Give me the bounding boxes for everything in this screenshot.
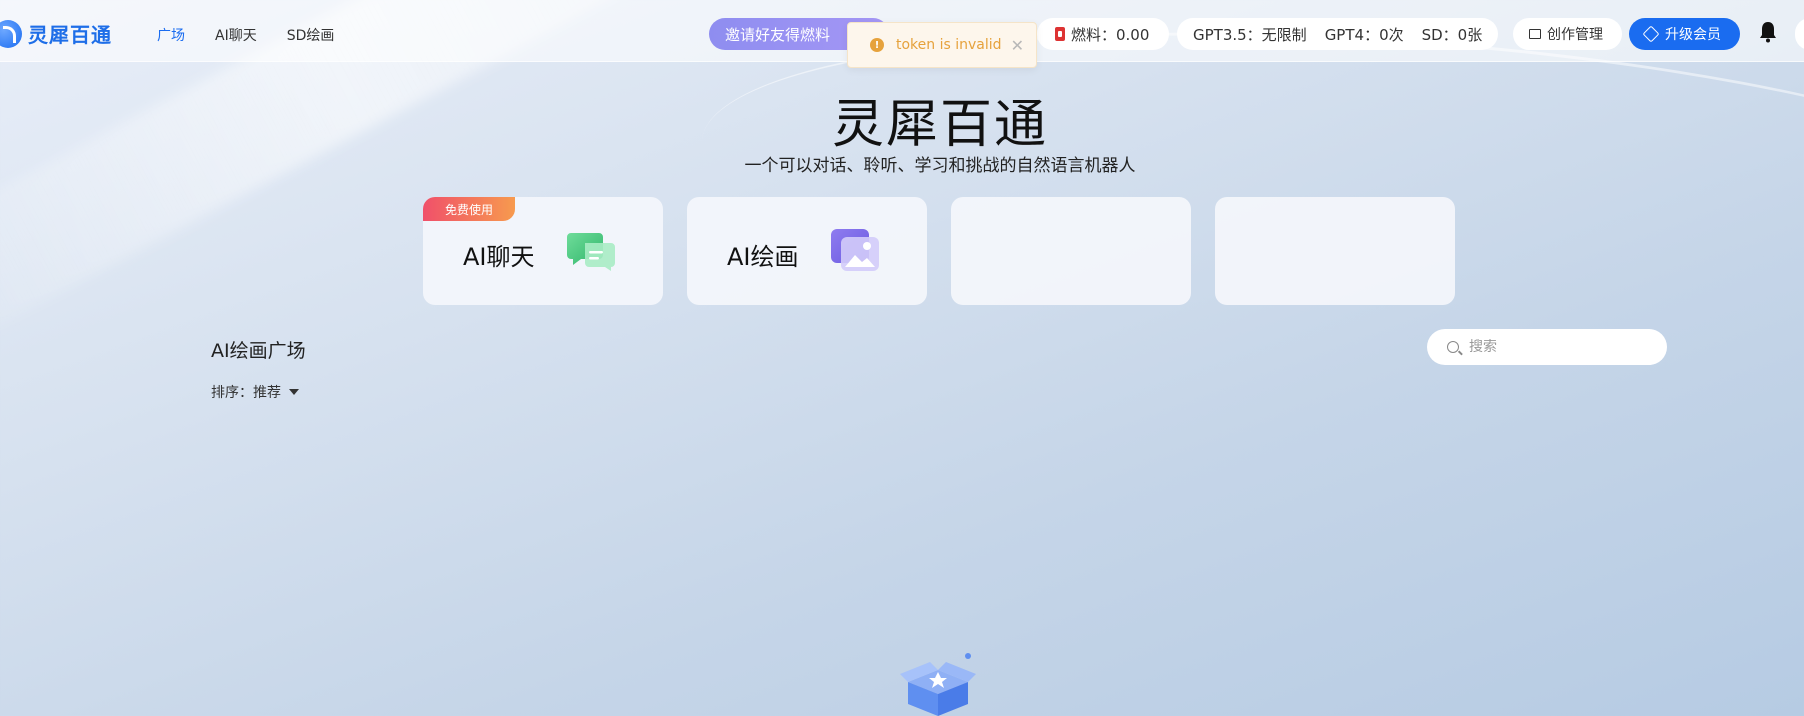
bell-icon[interactable] bbox=[1759, 21, 1777, 43]
avatar[interactable] bbox=[1795, 18, 1804, 50]
card-ai-painting[interactable]: AI绘画 bbox=[687, 197, 927, 305]
page-title: 灵犀百通 bbox=[831, 95, 1048, 155]
upgrade-member-button[interactable]: 升级会员 bbox=[1629, 18, 1740, 50]
invite-label: 邀请好友得燃料 bbox=[725, 25, 831, 44]
fuel-balance[interactable]: 燃料：0.00 bbox=[1037, 18, 1169, 50]
warning-icon: ! bbox=[870, 38, 884, 52]
search-box[interactable] bbox=[1427, 329, 1667, 365]
nav-item-sd-painting[interactable]: SD绘画 bbox=[287, 25, 335, 45]
manage-label: 创作管理 bbox=[1547, 27, 1603, 43]
free-badge: 免费使用 bbox=[423, 197, 515, 221]
folder-icon bbox=[1529, 29, 1541, 39]
creation-manage-button[interactable]: 创作管理 bbox=[1513, 18, 1622, 50]
image-icon bbox=[831, 229, 879, 271]
card-ai-chat[interactable]: 免费使用 AI聊天 bbox=[423, 197, 663, 305]
sort-label: 排序：推荐 bbox=[211, 385, 281, 401]
search-icon bbox=[1447, 341, 1459, 353]
toast-text: token is invalid bbox=[896, 37, 1002, 53]
toast-message: ! token is invalid ✕ bbox=[847, 22, 1037, 68]
close-icon[interactable]: ✕ bbox=[1011, 36, 1024, 55]
diamond-icon bbox=[1642, 25, 1660, 43]
quota-sd: SD：0张 bbox=[1421, 25, 1483, 44]
quota-gpt4: GPT4：0次 bbox=[1324, 25, 1404, 44]
upgrade-label: 升级会员 bbox=[1665, 27, 1721, 43]
main-nav: 广场 AI聊天 SD绘画 bbox=[157, 25, 334, 45]
logo-icon bbox=[0, 19, 22, 48]
logo-text: 灵犀百通 bbox=[28, 23, 112, 47]
section-title: AI绘画广场 bbox=[211, 340, 306, 362]
fuel-icon bbox=[1055, 27, 1065, 41]
page-subtitle: 一个可以对话、聆听、学习和挑战的自然语言机器人 bbox=[744, 156, 1136, 176]
card-label: AI绘画 bbox=[727, 243, 799, 271]
quota-gpt35: GPT3.5：无限制 bbox=[1193, 25, 1307, 44]
logo[interactable]: 灵犀百通 bbox=[0, 19, 112, 48]
card-label: AI聊天 bbox=[463, 243, 535, 271]
caret-down-icon bbox=[289, 389, 299, 395]
card-empty-1[interactable] bbox=[951, 197, 1191, 305]
quota-info: GPT3.5：无限制 GPT4：0次 SD：0张 bbox=[1177, 18, 1498, 50]
fuel-label: 燃料：0.00 bbox=[1071, 25, 1150, 44]
nav-item-square[interactable]: 广场 bbox=[157, 25, 185, 45]
sort-dropdown[interactable]: 排序：推荐 bbox=[211, 382, 299, 402]
nav-item-ai-chat[interactable]: AI聊天 bbox=[215, 25, 257, 45]
chat-bubble-icon bbox=[567, 233, 615, 271]
search-input[interactable] bbox=[1469, 339, 1649, 355]
empty-box-icon bbox=[900, 653, 976, 716]
card-empty-2[interactable] bbox=[1215, 197, 1455, 305]
